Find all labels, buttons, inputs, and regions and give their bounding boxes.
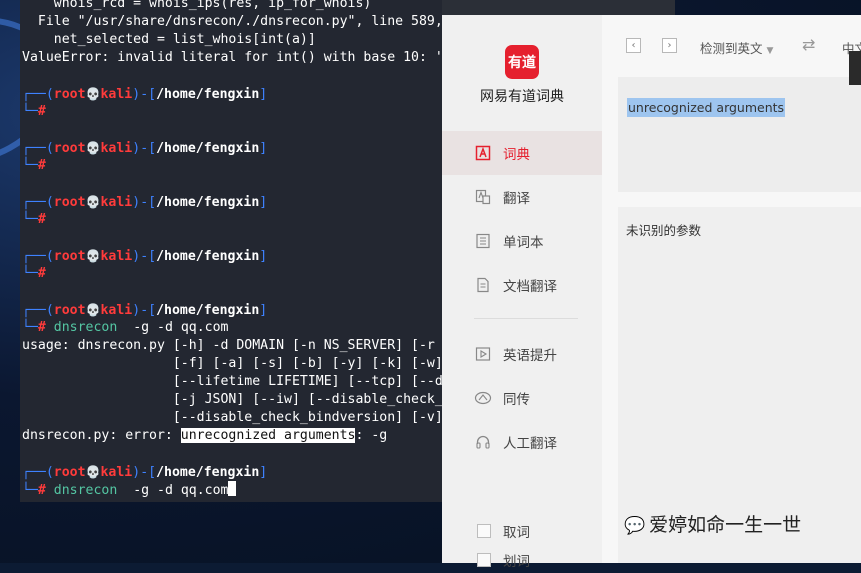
traceback-line: whois_rcd = whois_ips(res, ip_for_whois) xyxy=(22,0,372,11)
nav-item-simultaneous[interactable]: 同传 xyxy=(442,376,602,420)
wechat-icon: 💬 xyxy=(624,516,646,536)
translate-icon xyxy=(474,188,492,206)
youdao-logo: 有道 xyxy=(505,45,539,79)
command-name: dnsrecon xyxy=(53,483,118,498)
prompt-line: ┌──(root💀kali)-[/home/fengxin] xyxy=(22,87,268,102)
nav-item-wordbook[interactable]: 单词本 xyxy=(442,219,602,263)
nav-item-dictionary[interactable]: 词典 xyxy=(442,131,602,175)
usage-line: usage: dnsrecon.py [-h] -d DOMAIN [-n NS… xyxy=(22,338,435,353)
traceback-line: net_selected = list_whois[int(a)] xyxy=(22,32,316,47)
prompt-hash-line: └─# xyxy=(22,266,46,281)
usage-line: [-j JSON] [--iw] [--disable_check_ xyxy=(22,392,442,407)
translation-result: 未识别的参数 xyxy=(626,223,702,238)
prompt-line: ┌──(root💀kali)-[/home/fengxin] xyxy=(22,249,268,264)
window-edge-scroll[interactable] xyxy=(849,51,861,85)
nav-item-english-boost[interactable]: 英语提升 xyxy=(442,332,602,376)
nav-item-doc-translate[interactable]: 文档翻译 xyxy=(442,263,602,307)
dictionary-icon xyxy=(474,144,492,162)
app-name: 网易有道词典 xyxy=(480,89,564,105)
skull-icon: 💀 xyxy=(85,303,101,317)
prompt-hash-line: └─# xyxy=(22,158,46,173)
nav-item-label: 单词本 xyxy=(503,235,544,251)
skull-icon: 💀 xyxy=(85,465,101,479)
checkbox-label: 划词 xyxy=(503,554,530,570)
nav-item-label: 英语提升 xyxy=(503,348,557,364)
checkbox-word-select[interactable]: 划词 xyxy=(442,549,602,573)
wordbook-icon xyxy=(474,232,492,250)
command-line: └─# dnsrecon -g -d qq.com xyxy=(22,320,229,335)
watermark: 💬 爱婷如命一生一世 xyxy=(624,514,802,536)
traceback-line: File "/usr/share/dnsrecon/./dnsrecon.py"… xyxy=(22,14,442,29)
caret-down-icon: ▼ xyxy=(766,46,774,56)
forward-button[interactable]: › xyxy=(662,38,677,53)
command-name: dnsrecon xyxy=(53,320,118,335)
usage-line: [--lifetime LIFETIME] [--tcp] [--d xyxy=(22,374,442,389)
usage-line: [--disable_check_bindversion] [-v] xyxy=(22,410,442,425)
skull-icon: 💀 xyxy=(85,249,101,263)
swap-languages-icon[interactable]: ⇄ xyxy=(802,35,815,54)
selected-source-text[interactable]: unrecognized arguments xyxy=(627,98,786,117)
nav-item-label: 文档翻译 xyxy=(503,279,557,295)
prompt-line: ┌──(root💀kali)-[/home/fengxin] xyxy=(22,303,268,318)
prompt-hash-line: └─# xyxy=(22,104,46,119)
checkbox-checked[interactable] xyxy=(477,553,491,567)
youdao-dictionary-window[interactable]: 有道 网易有道词典 词典 翻译 单词本 文档翻译 英语提升 同传 人工翻译 取词… xyxy=(442,15,861,570)
checkbox-word-pick[interactable]: 取词 xyxy=(442,520,602,544)
nav-item-human-translate[interactable]: 人工翻译 xyxy=(442,420,602,464)
terminal-window[interactable]: whois_rcd = whois_ips(res, ip_for_whois)… xyxy=(20,0,442,502)
command-line[interactable]: └─# dnsrecon -g -d qq.com xyxy=(22,481,237,499)
nav-item-label: 翻译 xyxy=(503,191,530,207)
error-line: ValueError: invalid literal for int() wi… xyxy=(22,50,442,65)
nav-item-label: 人工翻译 xyxy=(503,436,557,452)
text-cursor xyxy=(228,481,237,496)
translation-panel: ‹ › 检测到英文 ▼ ⇄ 中文 unrecognized arguments … xyxy=(602,15,861,563)
prompt-line: ┌──(root💀kali)-[/home/fengxin] xyxy=(22,195,268,210)
chevron-left-icon: ‹ xyxy=(631,40,636,51)
checkbox[interactable] xyxy=(477,524,491,538)
command-args: -g -d qq.com xyxy=(117,320,229,335)
document-icon xyxy=(474,276,492,294)
skull-icon: 💀 xyxy=(85,87,101,101)
sidebar: 有道 网易有道词典 词典 翻译 单词本 文档翻译 英语提升 同传 人工翻译 取词… xyxy=(442,15,602,570)
nav-item-translate[interactable]: 翻译 xyxy=(442,175,602,219)
source-text-input[interactable]: unrecognized arguments xyxy=(618,77,861,192)
selected-error-text[interactable]: unrecognized arguments xyxy=(180,428,356,443)
source-language-select[interactable]: 检测到英文 ▼ xyxy=(700,38,773,57)
command-args: -g -d qq.com xyxy=(117,483,229,498)
nav-item-label: 同传 xyxy=(503,392,530,408)
terminal-titlebar-fragment xyxy=(440,0,675,15)
skull-icon: 💀 xyxy=(85,195,101,209)
play-icon xyxy=(474,345,492,363)
prompt-line: ┌──(root💀kali)-[/home/fengxin] xyxy=(22,465,268,480)
simultaneous-icon xyxy=(474,389,492,407)
nav-item-label: 词典 xyxy=(503,147,530,163)
back-button[interactable]: ‹ xyxy=(626,38,641,53)
checkbox-label: 取词 xyxy=(503,525,530,541)
error-message-line[interactable]: dnsrecon.py: error: unrecognized argumen… xyxy=(22,427,387,445)
prompt-hash-line: └─# xyxy=(22,212,46,227)
sidebar-divider xyxy=(474,318,578,319)
skull-icon: 💀 xyxy=(85,141,101,155)
chevron-right-icon: › xyxy=(667,40,672,51)
translation-toolbar: ‹ › 检测到英文 ▼ ⇄ 中文 xyxy=(602,15,861,73)
prompt-line: ┌──(root💀kali)-[/home/fengxin] xyxy=(22,141,268,156)
headset-icon xyxy=(474,433,492,451)
usage-line: [-f] [-a] [-s] [-b] [-y] [-k] [-w] xyxy=(22,356,442,371)
